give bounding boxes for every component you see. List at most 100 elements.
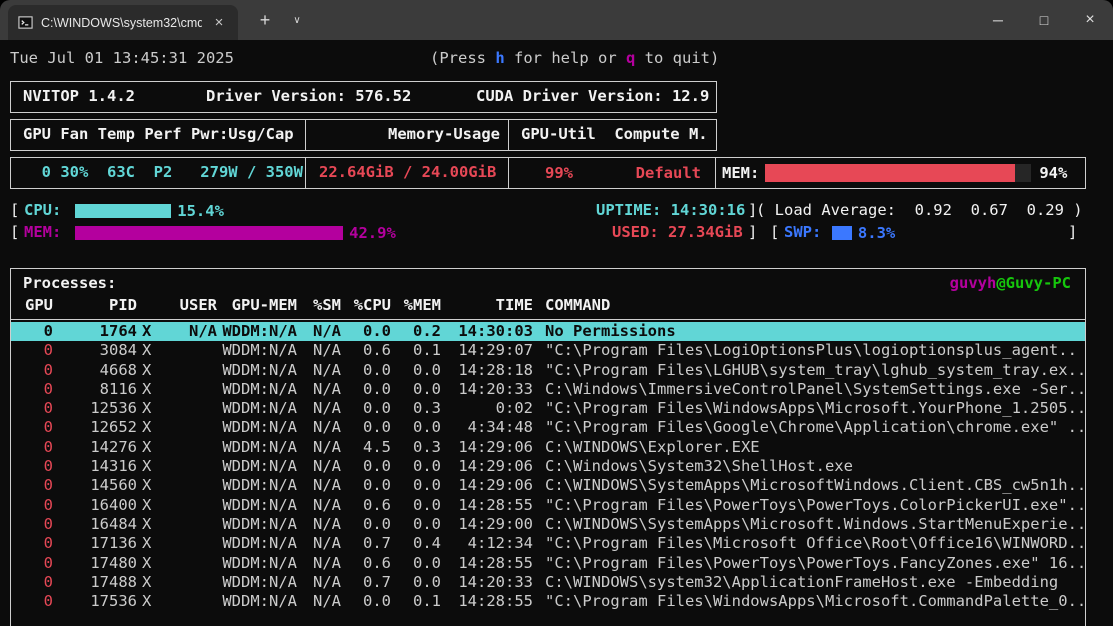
swp-percent: 8.3% bbox=[857, 224, 896, 242]
process-mem: 0.1 bbox=[413, 341, 441, 360]
process-type: X bbox=[142, 437, 152, 456]
process-mem: 0.0 bbox=[413, 457, 441, 476]
process-row[interactable]: 0 3084 X WDDM:N/A N/A 0.6 0.1 14:29:07 "… bbox=[11, 341, 1085, 360]
process-gpu-mem: WDDM:N/A bbox=[222, 322, 297, 340]
process-row[interactable]: 0 4668 X WDDM:N/A N/A 0.0 0.0 14:28:18 "… bbox=[11, 361, 1085, 380]
gpu-util: 99% bbox=[545, 163, 573, 182]
process-cpu: 0.7 bbox=[363, 534, 391, 553]
process-sm: N/A bbox=[313, 360, 341, 379]
process-time: 14:28:55 bbox=[458, 495, 533, 514]
nvitop-version: NVITOP 1.4.2 bbox=[23, 87, 135, 105]
process-command: "C:\Program Files\LGHUB\system_tray\lghu… bbox=[545, 360, 1085, 379]
gpu-mem-bar bbox=[765, 164, 1032, 182]
mem-percent: 42.9% bbox=[349, 224, 396, 242]
col-gpu: GPU bbox=[25, 296, 53, 314]
process-pid: 16484 bbox=[90, 514, 137, 533]
process-time: 14:20:33 bbox=[458, 379, 533, 398]
process-mem: 0.0 bbox=[413, 476, 441, 495]
process-row[interactable]: 0 14316 X WDDM:N/A N/A 0.0 0.0 14:29:06 … bbox=[11, 457, 1085, 476]
process-type: X bbox=[142, 341, 152, 360]
process-type: X bbox=[142, 572, 152, 591]
process-user bbox=[161, 534, 217, 553]
process-sm: N/A bbox=[313, 476, 341, 495]
process-cpu: 0.0 bbox=[363, 418, 391, 437]
process-user bbox=[161, 418, 217, 437]
process-sm: N/A bbox=[313, 514, 341, 533]
process-mem: 0.0 bbox=[413, 495, 441, 514]
process-user bbox=[161, 515, 217, 534]
process-cpu: 4.5 bbox=[363, 437, 391, 456]
terminal-window: C:\WINDOWS\system32\cmd. × + ∨ ─ □ × Tue… bbox=[0, 0, 1113, 626]
process-rows: 0 1764 X N/A WDDM:N/A N/A 0.0 0.2 14:30:… bbox=[11, 322, 1085, 611]
gpu-header-memory: Memory-Usage bbox=[306, 120, 509, 150]
col-time: TIME bbox=[495, 296, 533, 314]
process-row[interactable]: 0 14276 X WDDM:N/A N/A 4.5 0.3 14:29:06 … bbox=[11, 438, 1085, 457]
process-gpu-mem: WDDM:N/A bbox=[222, 592, 297, 611]
process-row[interactable]: 0 12652 X WDDM:N/A N/A 0.0 0.0 4:34:48 "… bbox=[11, 418, 1085, 437]
process-cpu: 0.0 bbox=[363, 399, 391, 418]
process-gpu: 0 bbox=[43, 553, 53, 572]
process-sm: N/A bbox=[313, 592, 341, 611]
process-pid: 1764 bbox=[99, 322, 137, 340]
minimize-button[interactable]: ─ bbox=[975, 0, 1021, 40]
process-type: X bbox=[142, 322, 152, 340]
cpu-bracket-open: [ bbox=[10, 201, 20, 219]
help-post: to quit) bbox=[635, 49, 720, 67]
process-row[interactable]: 0 16484 X WDDM:N/A N/A 0.0 0.0 14:29:00 … bbox=[11, 515, 1085, 534]
process-row[interactable]: 0 16400 X WDDM:N/A N/A 0.6 0.0 14:28:55 … bbox=[11, 496, 1085, 515]
process-cpu: 0.0 bbox=[363, 457, 391, 476]
process-row[interactable]: 0 17536 X WDDM:N/A N/A 0.0 0.1 14:28:55 … bbox=[11, 592, 1085, 611]
tab-dropdown-button[interactable]: ∨ bbox=[286, 12, 308, 30]
process-command: "C:\Program Files\LogiOptionsPlus\logiop… bbox=[545, 341, 1077, 360]
terminal-screen: Tue Jul 01 13:45:31 2025 (Press h for he… bbox=[0, 40, 1113, 626]
process-pid: 14560 bbox=[90, 476, 137, 495]
mem-line: [ MEM: 42.9% USED: 27.34GiB ] [ SWP: 8.3… bbox=[0, 223, 1113, 243]
process-cpu: 0.6 bbox=[363, 495, 391, 514]
process-type: X bbox=[142, 534, 152, 553]
mem-used: USED: 27.34GiB bbox=[612, 223, 743, 241]
process-time: 4:12:34 bbox=[467, 534, 533, 553]
cuda-version: CUDA Driver Version: 12.9 bbox=[476, 87, 710, 105]
maximize-button[interactable]: □ bbox=[1021, 0, 1067, 40]
process-gpu: 0 bbox=[43, 418, 53, 437]
process-cpu: 0.0 bbox=[363, 379, 391, 398]
cpu-bar-fill bbox=[75, 204, 172, 218]
gpu-data-box: 0 30% 63C P2 279W / 350W 22.64GiB / 24.0… bbox=[10, 157, 1086, 189]
process-row[interactable]: 0 14560 X WDDM:N/A N/A 0.0 0.0 14:29:06 … bbox=[11, 476, 1085, 495]
process-row[interactable]: 0 17136 X WDDM:N/A N/A 0.7 0.4 4:12:34 "… bbox=[11, 534, 1085, 553]
process-type: X bbox=[142, 399, 152, 418]
process-command: No Permissions bbox=[545, 322, 676, 340]
process-sm: N/A bbox=[313, 437, 341, 456]
process-sm: N/A bbox=[313, 399, 341, 418]
process-type: X bbox=[142, 418, 152, 437]
swp-bar: 8.3% bbox=[832, 223, 1072, 243]
close-button[interactable]: × bbox=[1067, 0, 1113, 40]
gpu-mem-bar-cell: MEM: 94% bbox=[716, 158, 1085, 188]
col-sm: %SM bbox=[313, 296, 341, 314]
process-type: X bbox=[142, 360, 152, 379]
process-pid: 17136 bbox=[90, 534, 137, 553]
process-user bbox=[161, 361, 217, 380]
new-tab-button[interactable]: + bbox=[252, 8, 278, 32]
process-user bbox=[161, 438, 217, 457]
process-row[interactable]: 0 12536 X WDDM:N/A N/A 0.0 0.3 0:02 "C:\… bbox=[11, 399, 1085, 418]
process-user bbox=[161, 554, 217, 573]
cpu-line: [ CPU: 15.4% UPTIME: 14:30:16 ] ( Load A… bbox=[0, 201, 1113, 221]
process-row[interactable]: 0 17480 X WDDM:N/A N/A 0.6 0.0 14:28:55 … bbox=[11, 554, 1085, 573]
col-user: USER bbox=[179, 296, 217, 314]
process-gpu: 0 bbox=[43, 457, 53, 476]
process-command: C:\Windows\System32\ShellHost.exe bbox=[545, 457, 853, 476]
process-type: X bbox=[142, 514, 152, 533]
help-hint: (Press h for help or q to quit) bbox=[430, 49, 719, 67]
col-mem: %MEM bbox=[403, 296, 441, 314]
process-row[interactable]: 0 1764 X N/A WDDM:N/A N/A 0.0 0.2 14:30:… bbox=[11, 322, 1085, 342]
process-row[interactable]: 0 8116 X WDDM:N/A N/A 0.0 0.0 14:20:33 C… bbox=[11, 380, 1085, 399]
tab-close-button[interactable]: × bbox=[210, 14, 228, 32]
process-pid: 4668 bbox=[99, 360, 137, 379]
process-type: X bbox=[142, 553, 152, 572]
process-gpu-mem: WDDM:N/A bbox=[222, 534, 297, 553]
terminal-tab[interactable]: C:\WINDOWS\system32\cmd. × bbox=[8, 5, 238, 40]
process-gpu-mem: WDDM:N/A bbox=[222, 399, 297, 418]
process-row[interactable]: 0 17488 X WDDM:N/A N/A 0.7 0.0 14:20:33 … bbox=[11, 573, 1085, 592]
process-gpu-mem: WDDM:N/A bbox=[222, 341, 297, 360]
